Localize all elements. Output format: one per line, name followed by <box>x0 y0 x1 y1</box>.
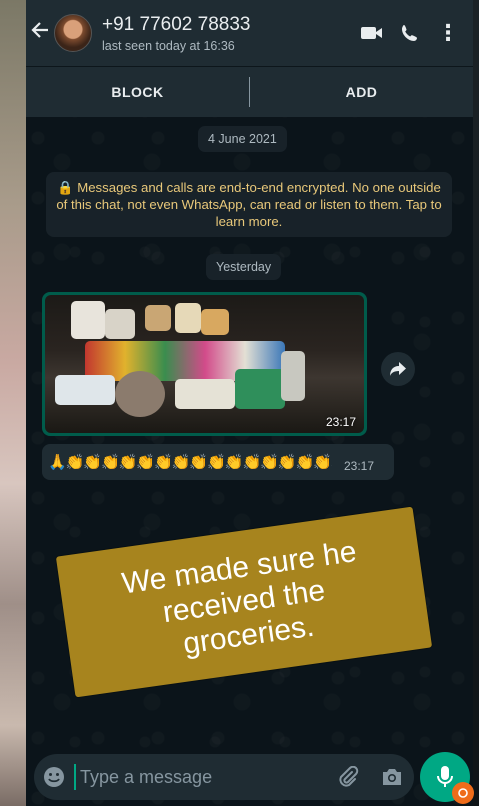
attach-icon[interactable] <box>326 766 370 788</box>
caption-overlay: We made sure he received the groceries. <box>55 506 433 698</box>
block-add-bar: BLOCK ADD <box>26 66 473 117</box>
background-edge <box>473 0 479 806</box>
back-arrow-icon[interactable] <box>30 19 52 47</box>
chat-header: +91 77602 78833 last seen today at 16:36… <box>26 0 473 66</box>
background-photo-strip <box>0 0 26 806</box>
caption-text: We made sure he received the groceries. <box>119 535 359 661</box>
emoji-message-text: 🙏👏👏👏👏👏👏👏👏👏👏👏👏👏👏👏👏👏👏 <box>48 454 332 471</box>
voice-call-icon[interactable] <box>391 18 429 48</box>
emoji-message-time: 23:17 <box>344 459 375 473</box>
video-call-icon[interactable] <box>353 18 391 48</box>
encryption-notice[interactable]: 🔒 Messages and calls are end-to-end encr… <box>46 172 452 237</box>
forward-icon[interactable] <box>381 352 415 386</box>
avatar[interactable] <box>54 14 92 52</box>
message-composer <box>34 754 414 800</box>
image-message-time: 23:17 <box>325 415 356 429</box>
contact-info[interactable]: +91 77602 78833 last seen today at 16:36 <box>102 14 353 53</box>
contact-name: +91 77602 78833 <box>102 13 251 35</box>
last-seen-status: last seen today at 16:36 <box>102 38 235 53</box>
day-chip: Yesterday <box>206 254 282 280</box>
block-button[interactable]: BLOCK <box>26 84 249 100</box>
emoji-message[interactable]: 🙏👏👏👏👏👏👏👏👏👏👏👏👏👏👏👏👏👏👏 23:17 <box>42 444 394 480</box>
add-button[interactable]: ADD <box>250 84 473 100</box>
chat-screen: +91 77602 78833 last seen today at 16:36… <box>26 0 473 806</box>
corner-badge-icon <box>452 782 474 804</box>
image-message[interactable]: 23:17 <box>42 292 367 436</box>
emoji-icon[interactable] <box>34 766 74 788</box>
message-input[interactable] <box>74 764 326 790</box>
date-chip: 4 June 2021 <box>198 126 287 152</box>
more-options-icon[interactable]: ⋮ <box>429 18 467 48</box>
camera-icon[interactable] <box>370 767 414 787</box>
groceries-photo[interactable]: 23:17 <box>45 295 364 433</box>
